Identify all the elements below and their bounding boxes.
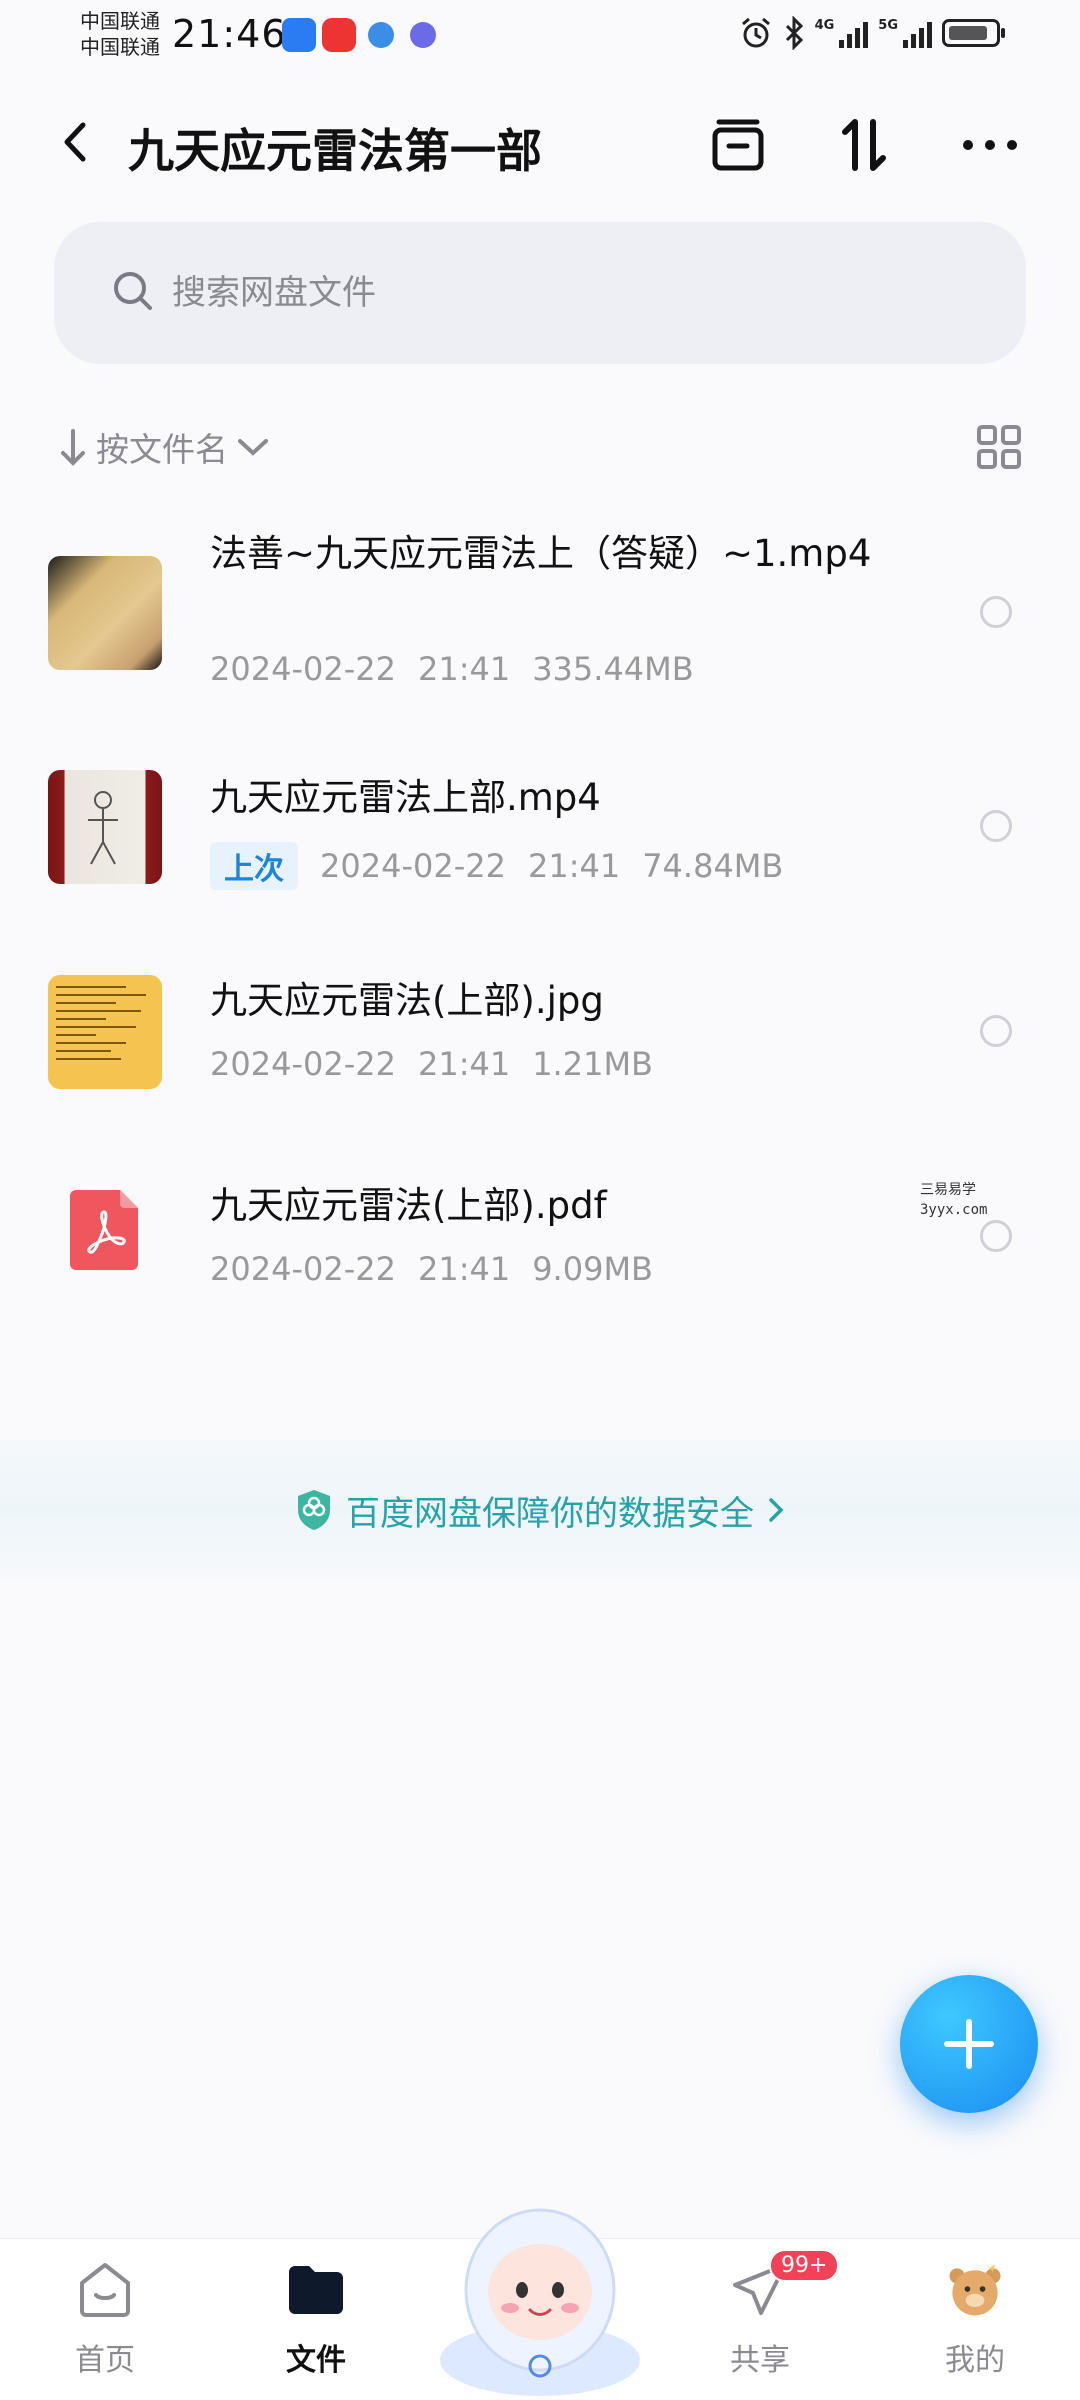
file-meta: 上次 2024-02-22 21:41 74.84MB xyxy=(210,842,783,890)
search-bar[interactable] xyxy=(54,222,1026,364)
file-date: 2024-02-22 xyxy=(320,847,506,885)
file-row[interactable]: 九天应元雷法(上部).pdf 2024-02-22 21:41 9.09MB xyxy=(0,1160,1080,1350)
file-name: 九天应元雷法(上部).jpg xyxy=(210,979,604,1022)
back-arrow-icon[interactable] xyxy=(55,117,95,167)
plus-icon xyxy=(944,2019,994,2069)
figure-sketch-icon xyxy=(88,791,118,865)
security-banner[interactable]: 百度网盘保障你的数据安全 xyxy=(0,1440,1080,1580)
status-time: 21:46 xyxy=(172,12,287,56)
file-name: 九天应元雷法(上部).pdf xyxy=(210,1184,607,1227)
archive-button[interactable] xyxy=(706,113,770,177)
video-thumbnail xyxy=(48,556,162,670)
app-notification-icon xyxy=(322,18,356,52)
watermark: 三易易学 3yyx.com xyxy=(920,1180,987,1220)
sort-down-arrow-icon xyxy=(61,429,85,466)
home-icon xyxy=(72,2257,138,2323)
transfer-button[interactable] xyxy=(832,113,896,177)
file-row[interactable]: 九天应元雷法上部.mp4 上次 2024-02-22 21:41 74.84MB xyxy=(0,750,1080,940)
grid-view-icon[interactable] xyxy=(976,424,1022,470)
app-notification-icon xyxy=(368,22,394,48)
chevron-right-icon xyxy=(769,1498,784,1522)
chevron-down-icon xyxy=(238,439,268,456)
file-row[interactable]: 九天应元雷法(上部).jpg 2024-02-22 21:41 1.21MB xyxy=(0,955,1080,1145)
page-title: 九天应元雷法第一部 xyxy=(128,124,542,178)
video-thumbnail xyxy=(48,770,162,884)
bear-avatar-icon xyxy=(942,2257,1008,2323)
more-options-button[interactable] xyxy=(958,113,1022,177)
transfer-arrows-icon xyxy=(842,119,886,171)
sort-label: 按文件名 xyxy=(96,430,228,469)
nav-label-home: 首页 xyxy=(75,2343,135,2378)
nav-item-files[interactable]: 文件 xyxy=(246,2239,386,2400)
file-size: 9.09MB xyxy=(532,1250,653,1288)
image-thumbnail xyxy=(48,975,162,1089)
file-time: 21:41 xyxy=(417,650,511,688)
nav-label-files: 文件 xyxy=(286,2343,346,2378)
shield-icon xyxy=(298,1490,330,1530)
app-notification-icon xyxy=(282,18,316,52)
file-meta: 2024-02-22 21:41 1.21MB xyxy=(210,1045,653,1083)
file-name: 法善~九天应元雷法上（答疑）~1.mp4 xyxy=(210,532,872,575)
nav-item-share[interactable]: 99+ 共享 xyxy=(690,2239,840,2400)
home-shape-icon xyxy=(80,2263,130,2317)
file-row[interactable]: 法善~九天应元雷法上（答疑）~1.mp4 2024-02-22 21:41 33… xyxy=(0,520,1080,710)
signal-5g-icon: 5G xyxy=(878,18,932,48)
alarm-icon xyxy=(741,17,770,48)
music-app-icon xyxy=(410,22,436,48)
carrier-1: 中国联通 xyxy=(80,9,160,33)
pdf-file-icon xyxy=(70,1190,138,1270)
nav-label-share: 共享 xyxy=(730,2343,790,2378)
search-icon xyxy=(114,272,152,310)
search-input[interactable] xyxy=(172,222,972,364)
mascot-astronaut-icon[interactable] xyxy=(430,2180,650,2400)
signal-4g-icon: 4G xyxy=(815,18,869,48)
file-size: 74.84MB xyxy=(642,847,784,885)
select-radio[interactable] xyxy=(980,810,1012,842)
nav-label-me: 我的 xyxy=(945,2343,1005,2378)
sort-selector[interactable]: 按文件名 xyxy=(58,422,270,472)
add-button[interactable] xyxy=(900,1975,1038,2113)
more-dots-icon xyxy=(963,140,1017,150)
folder-shape-icon xyxy=(289,2266,343,2314)
archive-icon xyxy=(712,119,764,171)
file-time: 21:41 xyxy=(527,847,621,885)
file-name: 九天应元雷法上部.mp4 xyxy=(210,776,601,819)
paper-plane-icon: 99+ xyxy=(727,2249,840,2323)
status-indicators: 4G 5G xyxy=(739,16,1005,50)
file-time: 21:41 xyxy=(417,1250,511,1288)
carrier-info: 中国联通 中国联通 xyxy=(80,8,160,60)
carrier-2: 中国联通 xyxy=(80,35,160,59)
select-radio[interactable] xyxy=(980,596,1012,628)
nav-item-me[interactable]: 我的 xyxy=(905,2239,1045,2400)
security-text: 百度网盘保障你的数据安全 xyxy=(346,1493,754,1534)
share-badge: 99+ xyxy=(769,2249,840,2282)
text-lines-icon xyxy=(56,986,146,1060)
file-date: 2024-02-22 xyxy=(210,650,396,688)
file-date: 2024-02-22 xyxy=(210,1045,396,1083)
bear-face-icon xyxy=(949,2262,1001,2316)
file-size: 1.21MB xyxy=(532,1045,653,1083)
file-size: 335.44MB xyxy=(532,650,694,688)
watermark-line-2: 3yyx.com xyxy=(920,1202,988,1218)
select-radio[interactable] xyxy=(980,1220,1012,1252)
file-date: 2024-02-22 xyxy=(210,1250,396,1288)
bluetooth-icon xyxy=(785,16,803,50)
status-bar: 中国联通 中国联通 21:46 4G 5G xyxy=(0,0,1080,70)
file-time: 21:41 xyxy=(417,1045,511,1083)
nav-item-home[interactable]: 首页 xyxy=(35,2239,175,2400)
folder-icon xyxy=(283,2257,349,2323)
battery-icon xyxy=(942,19,1005,47)
file-meta: 2024-02-22 21:41 335.44MB xyxy=(210,650,694,688)
select-radio[interactable] xyxy=(980,1015,1012,1047)
watermark-line-1: 三易易学 xyxy=(920,1182,976,1198)
file-meta: 2024-02-22 21:41 9.09MB xyxy=(210,1250,653,1288)
last-viewed-badge: 上次 xyxy=(210,842,298,890)
top-app-bar: 九天应元雷法第一部 xyxy=(0,95,1080,195)
